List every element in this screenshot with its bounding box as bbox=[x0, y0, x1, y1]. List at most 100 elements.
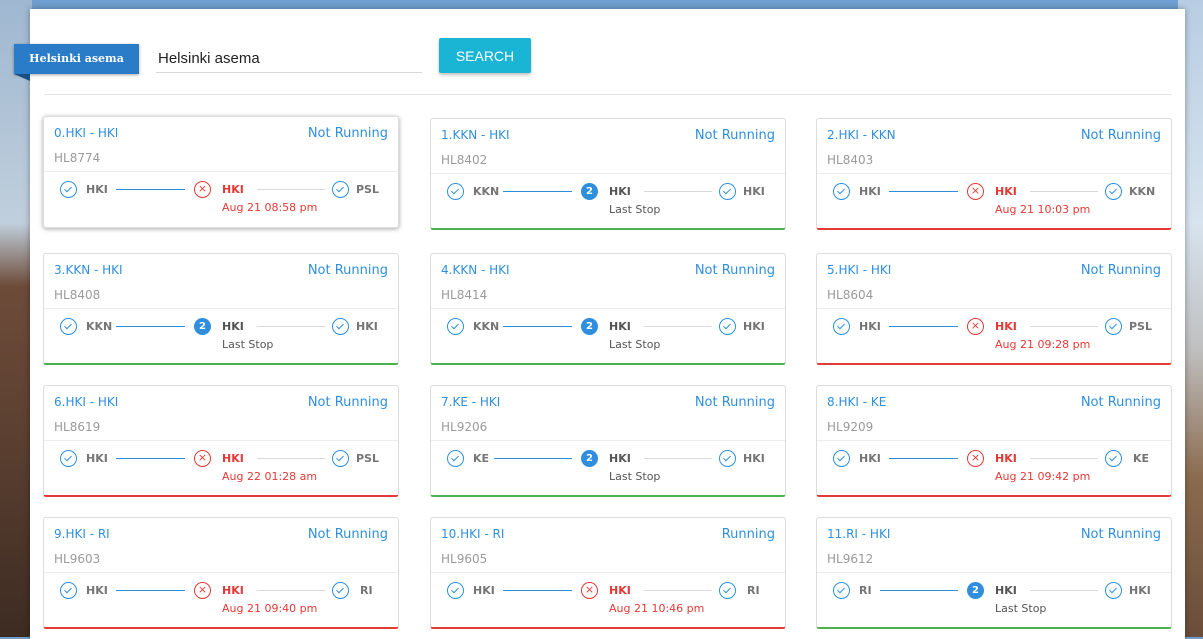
train-number: HL8414 bbox=[441, 288, 488, 302]
arrival-station: RI bbox=[747, 584, 760, 597]
route-line-completed bbox=[116, 590, 185, 591]
route-line-completed bbox=[503, 326, 572, 327]
running-status: Not Running bbox=[1080, 128, 1161, 143]
route-title[interactable]: 7.KE - HKI bbox=[441, 395, 500, 409]
delay-cross-icon: × bbox=[967, 318, 984, 335]
train-number: HL8774 bbox=[54, 151, 101, 165]
route-title[interactable]: 11.RI - HKI bbox=[827, 527, 890, 541]
arrival-station: KE bbox=[1133, 452, 1150, 465]
departure-check-icon bbox=[833, 582, 850, 599]
arrival-station: HKI bbox=[743, 185, 765, 198]
departure-station: RI bbox=[859, 584, 872, 597]
train-card[interactable]: 5.HKI - HKI Not Running HL8604 HKI × HKI… bbox=[816, 253, 1172, 365]
delay-cross-icon: × bbox=[967, 183, 984, 200]
route-line-remaining bbox=[257, 458, 325, 459]
train-card[interactable]: 1.KKN - HKI Not Running HL8402 KKN 2 HKI… bbox=[430, 118, 786, 230]
card-divider bbox=[44, 171, 398, 172]
route-line-completed bbox=[116, 326, 185, 327]
route-line-completed bbox=[889, 326, 958, 327]
train-number: HL9206 bbox=[441, 420, 488, 434]
route-line-remaining bbox=[1030, 326, 1098, 327]
train-card[interactable]: 9.HKI - RI Not Running HL9603 HKI × HKI … bbox=[43, 517, 399, 629]
current-station: HKI bbox=[222, 584, 244, 597]
station-tag: Helsinki asema bbox=[14, 44, 139, 81]
train-card[interactable]: 7.KE - HKI Not Running HL9206 KE 2 HKI H… bbox=[430, 385, 786, 497]
train-card[interactable]: 0.HKI - HKI Not Running HL8774 HKI × HKI… bbox=[43, 116, 399, 228]
departure-station: HKI bbox=[86, 452, 108, 465]
current-station: HKI bbox=[995, 320, 1017, 333]
last-stop-label: Last Stop bbox=[609, 470, 661, 483]
train-number: HL8402 bbox=[441, 153, 488, 167]
running-status: Not Running bbox=[694, 128, 775, 143]
route-line-remaining bbox=[644, 191, 712, 192]
route-title[interactable]: 8.HKI - KE bbox=[827, 395, 886, 409]
train-card[interactable]: 8.HKI - KE Not Running HL9209 HKI × HKI … bbox=[816, 385, 1172, 497]
card-divider bbox=[431, 572, 785, 573]
station-search-input[interactable] bbox=[156, 44, 422, 73]
departure-check-icon bbox=[60, 582, 77, 599]
delay-time: Aug 21 09:40 pm bbox=[222, 602, 318, 615]
route-title[interactable]: 0.HKI - HKI bbox=[54, 126, 118, 140]
delay-cross-icon: × bbox=[194, 582, 211, 599]
route-title[interactable]: 6.HKI - HKI bbox=[54, 395, 118, 409]
route-line-remaining bbox=[257, 326, 325, 327]
route-line-remaining bbox=[1030, 191, 1098, 192]
running-status: Not Running bbox=[1080, 263, 1161, 278]
train-number: HL8408 bbox=[54, 288, 101, 302]
departure-station: HKI bbox=[859, 452, 881, 465]
train-card[interactable]: 11.RI - HKI Not Running HL9612 RI 2 HKI … bbox=[816, 517, 1172, 629]
card-divider bbox=[817, 440, 1171, 441]
current-station: HKI bbox=[609, 320, 631, 333]
running-status: Not Running bbox=[307, 527, 388, 542]
route-line-remaining bbox=[1030, 590, 1098, 591]
route-title[interactable]: 2.HKI - KKN bbox=[827, 128, 896, 142]
arrival-station: HKI bbox=[743, 452, 765, 465]
current-station: HKI bbox=[995, 185, 1017, 198]
departure-station: HKI bbox=[859, 185, 881, 198]
train-card[interactable]: 6.HKI - HKI Not Running HL8619 HKI × HKI… bbox=[43, 385, 399, 497]
departure-check-icon bbox=[60, 181, 77, 198]
departure-station: KKN bbox=[473, 320, 500, 333]
current-station: HKI bbox=[609, 185, 631, 198]
train-number: HL9605 bbox=[441, 552, 488, 566]
train-card[interactable]: 3.KKN - HKI Not Running HL8408 KKN 2 HKI… bbox=[43, 253, 399, 365]
route-line-remaining bbox=[257, 189, 325, 190]
train-card[interactable]: 10.HKI - RI Running HL9605 HKI × HKI RI … bbox=[430, 517, 786, 629]
departure-check-icon bbox=[447, 183, 464, 200]
route-title[interactable]: 3.KKN - HKI bbox=[54, 263, 123, 277]
current-station: HKI bbox=[995, 584, 1017, 597]
current-station: HKI bbox=[609, 452, 631, 465]
route-title[interactable]: 1.KKN - HKI bbox=[441, 128, 510, 142]
route-title[interactable]: 10.HKI - RI bbox=[441, 527, 504, 541]
card-divider bbox=[817, 308, 1171, 309]
departure-check-icon bbox=[833, 183, 850, 200]
departure-station: HKI bbox=[859, 320, 881, 333]
train-card[interactable]: 2.HKI - KKN Not Running HL8403 HKI × HKI… bbox=[816, 118, 1172, 230]
arrival-station: PSL bbox=[1129, 320, 1152, 333]
route-title[interactable]: 4.KKN - HKI bbox=[441, 263, 510, 277]
train-card[interactable]: 4.KKN - HKI Not Running HL8414 KKN 2 HKI… bbox=[430, 253, 786, 365]
route-line-completed bbox=[503, 590, 572, 591]
route-line-remaining bbox=[644, 590, 712, 591]
card-divider bbox=[431, 440, 785, 441]
search-button[interactable]: SEARCH bbox=[439, 38, 531, 73]
departure-station: HKI bbox=[473, 584, 495, 597]
arrival-check-icon bbox=[332, 450, 349, 467]
arrival-station: HKI bbox=[743, 320, 765, 333]
delay-time: Aug 21 10:03 pm bbox=[995, 203, 1091, 216]
route-title[interactable]: 9.HKI - RI bbox=[54, 527, 110, 541]
last-stop-label: Last Stop bbox=[609, 338, 661, 351]
arrival-check-icon bbox=[1105, 582, 1122, 599]
main-panel: Helsinki asema SEARCH 0.HKI - HKI Not Ru… bbox=[14, 9, 1185, 639]
running-status: Not Running bbox=[307, 263, 388, 278]
card-divider bbox=[431, 173, 785, 174]
arrival-check-icon bbox=[1105, 450, 1122, 467]
running-status: Not Running bbox=[694, 395, 775, 410]
last-stop-label: Last Stop bbox=[995, 602, 1047, 615]
route-title[interactable]: 5.HKI - HKI bbox=[827, 263, 891, 277]
current-station: HKI bbox=[222, 320, 244, 333]
route-line-remaining bbox=[1030, 458, 1098, 459]
train-number: HL9603 bbox=[54, 552, 101, 566]
card-divider bbox=[44, 308, 398, 309]
arrival-check-icon bbox=[332, 582, 349, 599]
